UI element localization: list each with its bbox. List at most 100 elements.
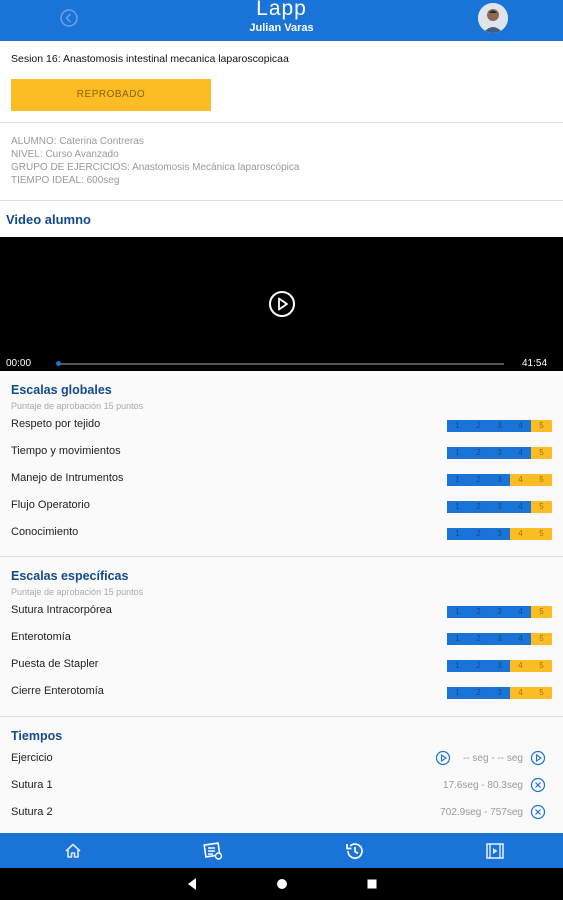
play-circle-icon[interactable] xyxy=(435,750,451,766)
home-circle-icon[interactable] xyxy=(276,877,288,891)
score-scale: 12345 xyxy=(447,633,552,645)
score-segment: 2 xyxy=(468,474,489,486)
info-nivel: NIVEL: Curso Avanzado xyxy=(11,149,119,160)
scale-row-label: Puesta de Stapler xyxy=(11,658,99,670)
score-segment: 2 xyxy=(468,660,489,672)
system-navigation-bar xyxy=(0,868,563,900)
scale-row-label: Flujo Operatorio xyxy=(11,499,90,511)
score-segment: 2 xyxy=(468,606,489,618)
section-title: Escalas específicas xyxy=(11,569,129,583)
score-segment: 4 xyxy=(510,660,531,672)
score-segment: 2 xyxy=(468,687,489,699)
score-segment: 3 xyxy=(489,447,510,459)
score-segment: 1 xyxy=(447,660,468,672)
score-segment: 5 xyxy=(531,420,552,432)
session-card: Sesion 16: Anastomosis intestinal mecani… xyxy=(0,41,563,123)
score-scale: 12345 xyxy=(447,501,552,513)
escalas-globales-section: Escalas globales Puntaje de aprobación 1… xyxy=(0,371,563,557)
score-segment: 2 xyxy=(468,528,489,540)
section-title: Tiempos xyxy=(11,729,63,743)
score-segment: 4 xyxy=(510,501,531,513)
score-segment: 1 xyxy=(447,447,468,459)
time-label: Ejercicio xyxy=(11,752,53,764)
video-icon[interactable] xyxy=(483,839,507,863)
video-duration: 41:54 xyxy=(522,358,548,369)
score-segment: 1 xyxy=(447,633,468,645)
score-segment: 3 xyxy=(489,420,510,432)
score-segment: 1 xyxy=(447,528,468,540)
score-segment: 5 xyxy=(531,633,552,645)
score-segment: 3 xyxy=(489,606,510,618)
escalas-especificas-section: Escalas específicas Puntaje de aprobació… xyxy=(0,557,563,717)
score-segment: 3 xyxy=(489,528,510,540)
forward-circle-icon[interactable] xyxy=(530,750,546,766)
score-segment: 5 xyxy=(531,660,552,672)
recents-square-icon[interactable] xyxy=(366,877,378,891)
score-scale: 12345 xyxy=(447,687,552,699)
score-segment: 2 xyxy=(468,633,489,645)
section-title: Escalas globales xyxy=(11,383,112,397)
home-icon[interactable] xyxy=(61,839,85,863)
score-scale: 12345 xyxy=(447,420,552,432)
score-segment: 5 xyxy=(531,447,552,459)
scale-row-label: Enterotomía xyxy=(11,631,71,643)
history-icon[interactable] xyxy=(343,839,367,863)
session-title: Sesion 16: Anastomosis intestinal mecani… xyxy=(11,53,289,65)
scale-row-label: Tiempo y movimientos xyxy=(11,445,121,457)
video-seekbar[interactable] xyxy=(57,363,504,365)
top-bar: Lapp Julian Varas xyxy=(0,0,563,41)
status-badge: REPROBADO xyxy=(11,79,211,111)
score-segment: 4 xyxy=(510,633,531,645)
video-player[interactable]: 00:00 41:54 xyxy=(0,237,563,371)
score-scale: 12345 xyxy=(447,606,552,618)
score-segment: 5 xyxy=(531,687,552,699)
play-icon[interactable] xyxy=(268,290,296,318)
scale-row-label: Cierre Enterotomía xyxy=(11,685,104,697)
score-segment: 2 xyxy=(468,501,489,513)
score-segment: 3 xyxy=(489,687,510,699)
score-scale: 12345 xyxy=(447,660,552,672)
score-segment: 2 xyxy=(468,420,489,432)
bottom-navigation xyxy=(0,833,563,868)
score-segment: 5 xyxy=(531,501,552,513)
score-segment: 3 xyxy=(489,660,510,672)
close-circle-icon[interactable] xyxy=(530,777,546,793)
list-icon[interactable] xyxy=(201,839,225,863)
close-circle-icon[interactable] xyxy=(530,804,546,820)
score-segment: 1 xyxy=(447,501,468,513)
score-segment: 3 xyxy=(489,501,510,513)
score-scale: 12345 xyxy=(447,528,552,540)
time-label: Sutura 1 xyxy=(11,779,53,791)
scale-row-label: Conocimiento xyxy=(11,526,79,538)
tiempos-section: Tiempos Ejercicio -- seg - -- seg Sutura… xyxy=(0,717,563,833)
score-segment: 4 xyxy=(510,420,531,432)
time-value: 702.9seg - 757seg xyxy=(440,807,523,818)
score-segment: 3 xyxy=(489,474,510,486)
score-segment: 5 xyxy=(531,606,552,618)
time-label: Sutura 2 xyxy=(11,806,53,818)
scale-row-label: Sutura Intracorpórea xyxy=(11,604,112,616)
avatar[interactable] xyxy=(478,3,508,33)
score-segment: 5 xyxy=(531,528,552,540)
scale-row-label: Manejo de Intrumentos xyxy=(11,472,124,484)
score-segment: 4 xyxy=(510,474,531,486)
video-section-header: Video alumno xyxy=(0,201,563,237)
score-segment: 1 xyxy=(447,474,468,486)
student-info: ALUMNO: Caterina Contreras NIVEL: Curso … xyxy=(0,123,563,201)
info-tiempo: TIEMPO IDEAL: 600seg xyxy=(11,175,120,186)
time-value: -- seg - -- seg xyxy=(462,753,523,764)
info-alumno: ALUMNO: Caterina Contreras xyxy=(11,136,144,147)
scale-row-label: Respeto por tejido xyxy=(11,418,101,430)
score-segment: 5 xyxy=(531,474,552,486)
score-segment: 4 xyxy=(510,447,531,459)
score-scale: 12345 xyxy=(447,447,552,459)
score-segment: 1 xyxy=(447,420,468,432)
video-current-time: 00:00 xyxy=(6,358,32,369)
video-seek-handle[interactable] xyxy=(56,361,61,366)
score-segment: 4 xyxy=(510,606,531,618)
info-grupo: GRUPO DE EJERCICIOS: Anastomosis Mecánic… xyxy=(11,162,300,173)
score-segment: 2 xyxy=(468,447,489,459)
score-segment: 4 xyxy=(510,528,531,540)
score-scale: 12345 xyxy=(447,474,552,486)
back-triangle-icon[interactable] xyxy=(186,877,198,891)
